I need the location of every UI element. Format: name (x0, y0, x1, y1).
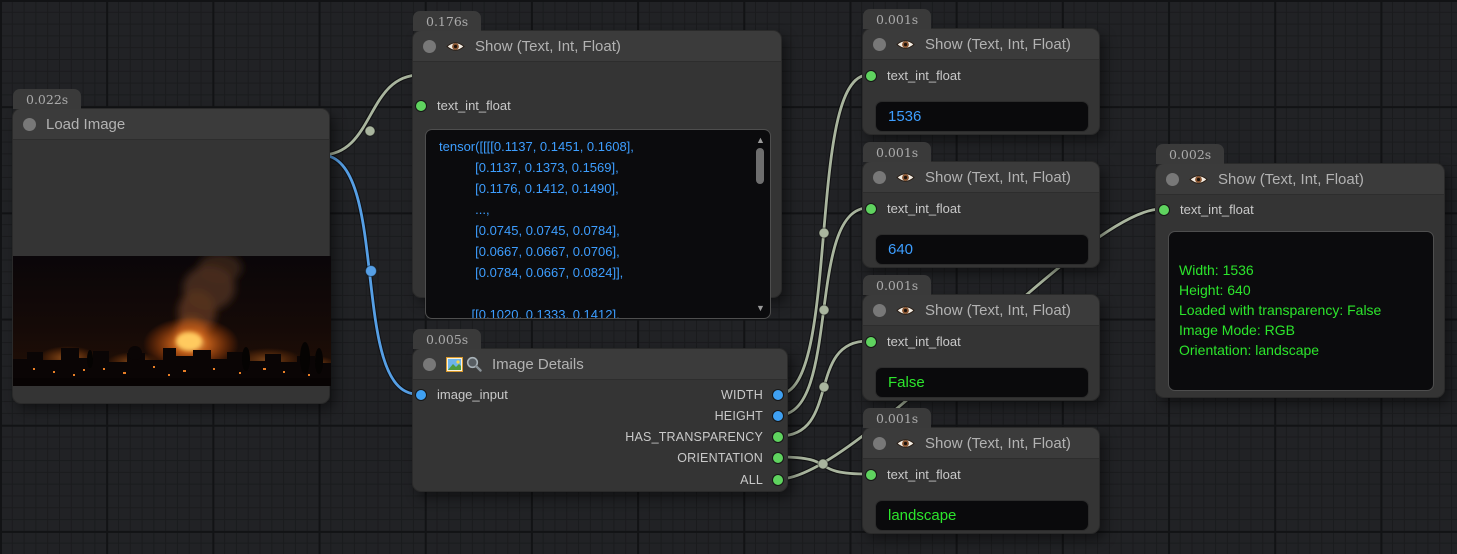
port-dot[interactable] (866, 204, 876, 214)
wire-midpoint-dot (819, 228, 829, 238)
wire-midpoint-dot (819, 382, 829, 392)
node-show-height[interactable]: 0.001s Show (Text, Int, Float) text_int_… (862, 161, 1100, 268)
collapse-dot[interactable] (423, 358, 436, 371)
wire-midpoint-dot (819, 305, 829, 315)
port-dot[interactable] (773, 390, 783, 400)
node-show-orientation[interactable]: 0.001s Show (Text, Int, Float) text_int_… (862, 427, 1100, 534)
collapse-dot[interactable] (423, 40, 436, 53)
execution-time-badge: 0.001s (863, 142, 931, 162)
node-title: Show (Text, Int, Float) (925, 435, 1071, 452)
port-dot[interactable] (773, 475, 783, 485)
output-port-orientation[interactable]: ORIENTATION (413, 450, 787, 466)
wire-midpoint-dot (818, 459, 828, 469)
node-title: Image Details (492, 356, 584, 373)
eye-icon (446, 40, 465, 53)
port-dot[interactable] (773, 411, 783, 421)
execution-time-badge: 0.176s (413, 11, 481, 31)
node-titlebar[interactable]: Show (Text, Int, Float) (863, 428, 1099, 459)
scroll-thumb[interactable] (756, 148, 764, 184)
input-port-text-int-float[interactable]: text_int_float (413, 98, 781, 114)
node-titlebar[interactable]: Show (Text, Int, Float) (1156, 164, 1444, 195)
node-titlebar[interactable]: Show (Text, Int, Float) (863, 295, 1099, 326)
output-port-height[interactable]: HEIGHT (413, 408, 787, 424)
magnifier-icon (466, 356, 482, 372)
tensor-text: tensor([[[[0.1137, 0.1451, 0.1608], [0.1… (426, 130, 770, 319)
port-dot[interactable] (773, 453, 783, 463)
port-dot[interactable] (773, 432, 783, 442)
node-title: Load Image (46, 116, 125, 133)
port-dot[interactable] (866, 470, 876, 480)
eye-icon (896, 38, 915, 51)
execution-time-badge: 0.001s (863, 408, 931, 428)
input-port-text-int-float[interactable]: text_int_float (1156, 202, 1444, 218)
node-image-details[interactable]: 0.005s Image Details image_input WIDTH H… (412, 348, 788, 492)
value-display: landscape (875, 500, 1089, 531)
node-titlebar[interactable]: Show (Text, Int, Float) (863, 29, 1099, 60)
eye-icon (896, 437, 915, 450)
collapse-dot[interactable] (873, 38, 886, 51)
node-title: Show (Text, Int, Float) (475, 38, 621, 55)
output-port-all[interactable]: ALL (413, 472, 787, 488)
node-title: Show (Text, Int, Float) (925, 36, 1071, 53)
node-show-transparency[interactable]: 0.001s Show (Text, Int, Float) text_int_… (862, 294, 1100, 401)
collapse-dot[interactable] (23, 118, 36, 131)
execution-time-badge: 0.005s (413, 329, 481, 349)
node-show-tensor[interactable]: 0.176s Show (Text, Int, Float) text_int_… (412, 30, 782, 298)
collapse-dot[interactable] (1166, 173, 1179, 186)
node-titlebar[interactable]: Load Image (13, 109, 329, 140)
node-title: Show (Text, Int, Float) (925, 302, 1071, 319)
execution-time-badge: 0.001s (863, 275, 931, 295)
node-load-image[interactable]: 0.022s Load Image IMAGE MASK ◀ image 003… (12, 108, 330, 404)
wire-image-to-show (321, 75, 420, 155)
wire-midpoint-dot (365, 126, 375, 136)
value-display: 1536 (875, 101, 1089, 132)
port-dot[interactable] (416, 101, 426, 111)
node-titlebar[interactable]: Image Details (413, 349, 787, 380)
eye-icon (896, 304, 915, 317)
scroll-up-icon[interactable]: ▲ (754, 135, 767, 145)
node-titlebar[interactable]: Show (Text, Int, Float) (413, 31, 781, 62)
port-dot[interactable] (866, 337, 876, 347)
picture-icon (446, 357, 463, 372)
node-title: Show (Text, Int, Float) (925, 169, 1071, 186)
input-port-text-int-float[interactable]: text_int_float (863, 68, 1099, 84)
port-dot[interactable] (1159, 205, 1169, 215)
output-port-has-transparency[interactable]: HAS_TRANSPARENCY (413, 429, 787, 445)
node-titlebar[interactable]: Show (Text, Int, Float) (863, 162, 1099, 193)
value-display: 640 (875, 234, 1089, 265)
input-port-text-int-float[interactable]: text_int_float (863, 334, 1099, 350)
tensor-output-textarea[interactable]: tensor([[[[0.1137, 0.1451, 0.1608], [0.1… (425, 129, 771, 319)
details-output-textarea[interactable]: Width: 1536Height: 640Loaded with transp… (1168, 231, 1434, 391)
collapse-dot[interactable] (873, 304, 886, 317)
execution-time-badge: 0.001s (863, 9, 931, 29)
scroll-down-icon[interactable]: ▼ (754, 303, 767, 313)
details-text: Width: 1536Height: 640Loaded with transp… (1169, 232, 1433, 370)
collapse-dot[interactable] (873, 437, 886, 450)
node-graph-canvas[interactable]: 0.022s Load Image IMAGE MASK ◀ image 003… (0, 0, 1457, 554)
eye-icon (896, 171, 915, 184)
image-preview (13, 256, 331, 386)
eye-icon (1189, 173, 1208, 186)
node-title: Show (Text, Int, Float) (1218, 171, 1364, 188)
execution-time-badge: 0.002s (1156, 144, 1224, 164)
scrollbar[interactable]: ▲ ▼ (754, 133, 767, 315)
value-display: False (875, 367, 1089, 398)
collapse-dot[interactable] (873, 171, 886, 184)
port-dot[interactable] (866, 71, 876, 81)
node-show-all[interactable]: 0.002s Show (Text, Int, Float) text_int_… (1155, 163, 1445, 398)
input-port-text-int-float[interactable]: text_int_float (863, 201, 1099, 217)
wire-midpoint-dot (366, 266, 377, 277)
node-show-width[interactable]: 0.001s Show (Text, Int, Float) text_int_… (862, 28, 1100, 135)
output-port-width[interactable]: WIDTH (413, 387, 787, 403)
execution-time-badge: 0.022s (13, 89, 81, 109)
input-port-text-int-float[interactable]: text_int_float (863, 467, 1099, 483)
